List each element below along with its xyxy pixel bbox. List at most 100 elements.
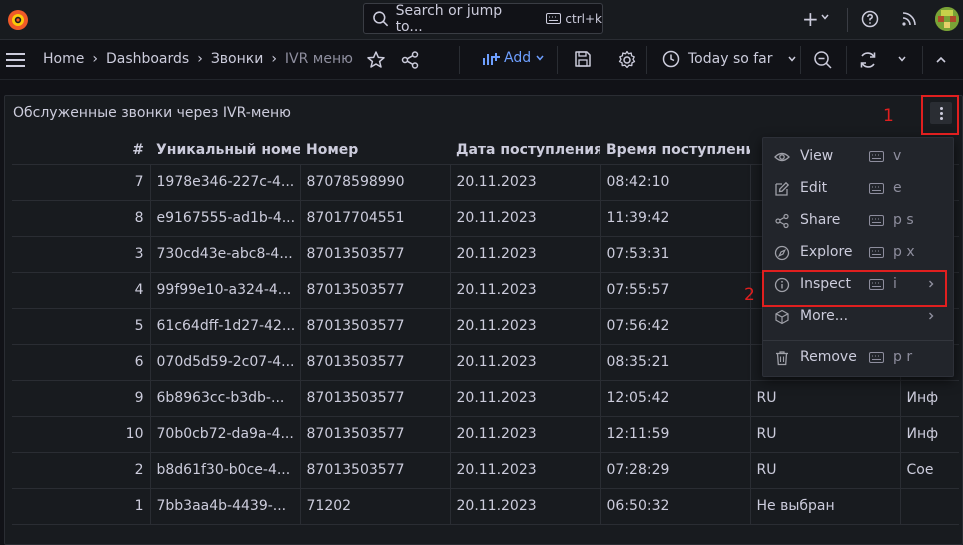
star-icon[interactable] — [366, 50, 386, 70]
add-button[interactable]: Add — [482, 50, 549, 66]
table-cell: RU — [749, 380, 900, 417]
table-cell: 61c64dff-1d27-42... — [149, 308, 300, 345]
table-cell: Не выбран — [749, 488, 900, 525]
breadcrumb-folder[interactable]: Звонки — [211, 51, 264, 67]
compass-icon — [774, 245, 790, 261]
table-cell: 5 — [12, 308, 150, 345]
menu-item-shortcut: p x — [893, 244, 915, 260]
new-plus-icon[interactable]: + — [802, 9, 819, 29]
menu-item-view[interactable]: View v — [763, 141, 953, 173]
column-header[interactable]: Время поступления — [600, 136, 750, 165]
chevron-down-icon[interactable] — [897, 54, 907, 64]
table-cell: 20.11.2023 — [449, 200, 600, 237]
table-cell: 07:56:42 — [599, 308, 750, 345]
table-cell: 08:42:10 — [599, 164, 750, 201]
search-placeholder: Search or jump to... — [395, 2, 503, 35]
keyboard-icon — [869, 247, 884, 258]
divider — [459, 46, 460, 74]
column-header[interactable]: Дата поступления з — [450, 136, 600, 165]
table-cell: 6b8963cc-b3db-... — [149, 380, 300, 417]
keyboard-icon — [869, 352, 884, 363]
table-cell: 87013503577 — [299, 380, 450, 417]
column-header[interactable]: Уникальный номер — [150, 136, 300, 165]
edit-icon — [775, 181, 790, 196]
help-icon[interactable] — [861, 10, 879, 28]
table-cell: 7bb3aa4b-4439-... — [149, 488, 300, 525]
column-header[interactable]: Номер — [300, 136, 450, 165]
cube-icon — [775, 309, 789, 325]
table-cell: b8d61f30-b0ce-4... — [149, 452, 300, 489]
share-icon — [775, 213, 789, 229]
table-cell: 07:53:31 — [599, 236, 750, 273]
menu-item-explore[interactable]: Explore p x — [763, 237, 953, 269]
chevron-down-icon — [787, 56, 796, 62]
table-cell: 10 — [12, 416, 150, 453]
search-bar[interactable]: Search or jump to... ctrl+k — [363, 2, 603, 35]
eye-icon — [774, 152, 790, 162]
table-cell: 70b0cb72-da9a-4... — [149, 416, 300, 453]
top-bar: Search or jump to... ctrl+k + — [0, 0, 963, 40]
save-icon[interactable] — [574, 50, 592, 68]
table-cell: Инф — [899, 380, 959, 417]
menu-item-remove[interactable]: Remove p r — [763, 342, 953, 374]
table-cell: 07:28:29 — [599, 452, 750, 489]
avatar-pattern-icon — [935, 7, 959, 31]
table-row: 2 b8d61f30-b0ce-4... 87013503577 20.11.2023… — [12, 452, 959, 489]
annotation-highlight-box-2 — [762, 270, 947, 307]
news-feed-icon[interactable] — [900, 10, 918, 28]
column-header[interactable]: # — [12, 136, 150, 165]
keyboard-icon — [869, 215, 884, 226]
table-cell — [899, 488, 959, 525]
chevron-right-icon — [929, 312, 934, 320]
share-icon[interactable] — [400, 50, 420, 70]
menu-item-label: Explore — [800, 244, 853, 260]
table-cell: 20.11.2023 — [449, 236, 600, 273]
grafana-logo-icon[interactable] — [6, 8, 30, 32]
breadcrumb-home[interactable]: Home — [43, 51, 84, 67]
table-cell: 1978e346-227c-4... — [149, 164, 300, 201]
menu-item-edit[interactable]: Edit e — [763, 173, 953, 205]
table-cell: 6 — [12, 344, 150, 381]
refresh-icon[interactable] — [858, 50, 878, 70]
breadcrumb: Home › Dashboards › Звонки › IVR меню — [43, 51, 353, 67]
settings-gear-icon[interactable] — [617, 50, 637, 70]
table-cell: 730cd43e-abc8-4... — [149, 236, 300, 273]
table-cell: 87017704551 — [299, 200, 450, 237]
menu-icon[interactable] — [6, 52, 26, 68]
panel-title: Обслуженные звонки через IVR-меню — [13, 105, 291, 121]
table-cell: Сое — [899, 452, 959, 489]
table-cell: 99f99e10-a324-4... — [149, 272, 300, 309]
chevron-down-icon — [536, 55, 544, 61]
table-cell: 11:39:42 — [599, 200, 750, 237]
menu-item-share[interactable]: Share p s — [763, 205, 953, 237]
dashboard-nav-bar: Home › Dashboards › Звонки › IVR меню Ad… — [0, 40, 963, 80]
table-cell: 20.11.2023 — [449, 308, 600, 345]
divider — [800, 46, 801, 74]
menu-item-shortcut: p s — [893, 212, 914, 228]
table-cell: RU — [749, 416, 900, 453]
table-cell: 20.11.2023 — [449, 488, 600, 525]
table-cell: 87013503577 — [299, 416, 450, 453]
user-avatar[interactable] — [935, 7, 959, 31]
keyboard-icon — [869, 151, 884, 162]
breadcrumb-dashboards[interactable]: Dashboards — [106, 51, 189, 67]
table-cell: 08:35:21 — [599, 344, 750, 381]
table-cell: 87013503577 — [299, 452, 450, 489]
search-shortcut: ctrl+k — [546, 12, 602, 26]
table-cell: 12:05:42 — [599, 380, 750, 417]
table-cell: 20.11.2023 — [449, 164, 600, 201]
menu-item-shortcut: v — [893, 148, 902, 164]
menu-item-label: Share — [800, 212, 841, 228]
chevron-right-icon: › — [271, 51, 277, 67]
table-cell: 87078598990 — [299, 164, 450, 201]
divider — [557, 46, 558, 74]
table-cell: 4 — [12, 272, 150, 309]
divider — [646, 46, 647, 74]
zoom-out-icon[interactable] — [813, 50, 833, 70]
annotation-number-2: 2 — [744, 285, 755, 305]
time-range-picker[interactable]: Today so far — [662, 50, 797, 68]
chevron-up-icon[interactable] — [935, 54, 947, 66]
divider — [846, 46, 847, 74]
annotation-highlight-box-1 — [921, 95, 959, 135]
chevron-down-icon[interactable] — [820, 12, 830, 22]
